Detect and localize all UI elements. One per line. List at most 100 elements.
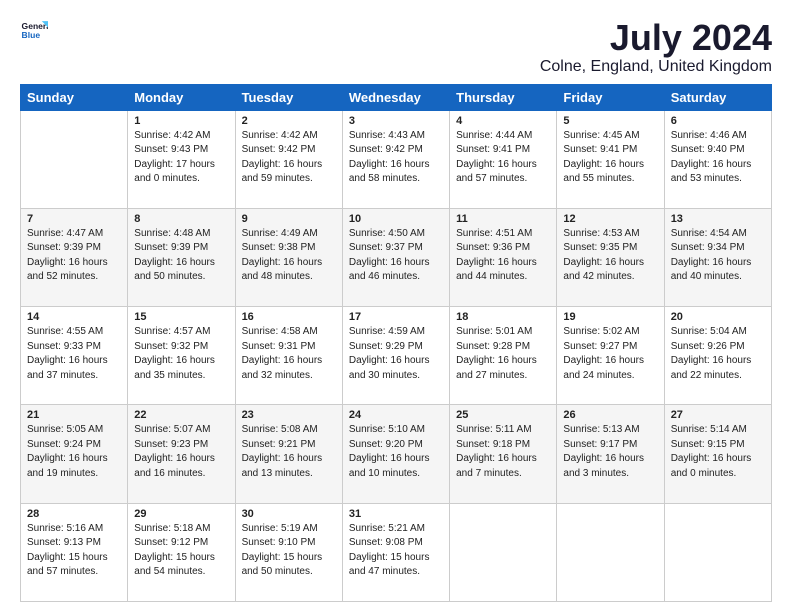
cell-content: Sunrise: 5:13 AM Sunset: 9:17 PM Dayligh… [563,423,657,481]
cell-content: Sunrise: 4:45 AM Sunset: 9:41 PM Dayligh… [563,129,657,187]
cell-content: Sunrise: 4:51 AM Sunset: 9:36 PM Dayligh… [456,227,550,285]
cell-content: Sunrise: 4:42 AM Sunset: 9:42 PM Dayligh… [242,129,336,187]
calendar-cell: 4Sunrise: 4:44 AM Sunset: 9:41 PM Daylig… [450,110,557,208]
day-number: 5 [563,115,657,127]
week-row-2: 14Sunrise: 4:55 AM Sunset: 9:33 PM Dayli… [21,307,772,405]
day-number: 9 [242,213,336,225]
calendar-cell: 2Sunrise: 4:42 AM Sunset: 9:42 PM Daylig… [235,110,342,208]
cell-content: Sunrise: 4:48 AM Sunset: 9:39 PM Dayligh… [134,227,228,285]
day-number: 19 [563,311,657,323]
logo: General Blue [20,18,48,46]
cell-content: Sunrise: 4:43 AM Sunset: 9:42 PM Dayligh… [349,129,443,187]
col-sunday: Sunday [21,84,128,110]
calendar-cell: 14Sunrise: 4:55 AM Sunset: 9:33 PM Dayli… [21,307,128,405]
day-number: 31 [349,508,443,520]
calendar-cell: 26 Sunrise: 5:13 AM Sunset: 9:17 PM Dayli… [557,405,664,503]
main-title: July 2024 [540,18,772,58]
calendar-cell: 10 Sunrise: 4:50 AM Sunset: 9:37 PM Dayli… [342,208,449,306]
day-number: 22 [134,409,228,421]
header-row: Sunday Monday Tuesday Wednesday Thursday… [21,84,772,110]
calendar-cell: 20Sunrise: 5:04 AM Sunset: 9:26 PM Dayli… [664,307,771,405]
day-number: 30 [242,508,336,520]
calendar-cell [21,110,128,208]
svg-text:Blue: Blue [22,30,41,40]
calendar-cell: 12Sunrise: 4:53 AM Sunset: 9:35 PM Dayli… [557,208,664,306]
calendar-cell: 21 Sunrise: 5:05 AM Sunset: 9:24 PM Dayli… [21,405,128,503]
day-number: 18 [456,311,550,323]
calendar-cell: 19 Sunrise: 5:02 AM Sunset: 9:27 PM Dayli… [557,307,664,405]
calendar-cell [450,503,557,601]
logo-icon: General Blue [20,18,48,46]
calendar-cell: 30Sunrise: 5:19 AM Sunset: 9:10 PM Dayli… [235,503,342,601]
day-number: 3 [349,115,443,127]
cell-content: Sunrise: 5:18 AM Sunset: 9:12 PM Dayligh… [134,522,228,580]
calendar-cell: 7 Sunrise: 4:47 AM Sunset: 9:39 PM Daylig… [21,208,128,306]
cell-content: Sunrise: 5:04 AM Sunset: 9:26 PM Dayligh… [671,325,765,383]
subtitle: Colne, England, United Kingdom [540,58,772,76]
cell-content: Sunrise: 4:57 AM Sunset: 9:32 PM Dayligh… [134,325,228,383]
cell-content: Sunrise: 5:05 AM Sunset: 9:24 PM Dayligh… [27,423,121,481]
calendar-cell: 18Sunrise: 5:01 AM Sunset: 9:28 PM Dayli… [450,307,557,405]
cell-content: Sunrise: 4:58 AM Sunset: 9:31 PM Dayligh… [242,325,336,383]
calendar-cell: 11 Sunrise: 4:51 AM Sunset: 9:36 PM Dayli… [450,208,557,306]
cell-content: Sunrise: 4:50 AM Sunset: 9:37 PM Dayligh… [349,227,443,285]
calendar-cell [664,503,771,601]
cell-content: Sunrise: 5:08 AM Sunset: 9:21 PM Dayligh… [242,423,336,481]
calendar-cell [557,503,664,601]
calendar-table: Sunday Monday Tuesday Wednesday Thursday… [20,84,772,602]
calendar-cell: 28 Sunrise: 5:16 AM Sunset: 9:13 PM Dayli… [21,503,128,601]
cell-content: Sunrise: 4:54 AM Sunset: 9:34 PM Dayligh… [671,227,765,285]
calendar-cell: 1 Sunrise: 4:42 AM Sunset: 9:43 PM Daylig… [128,110,235,208]
calendar-cell: 6 Sunrise: 4:46 AM Sunset: 9:40 PM Daylig… [664,110,771,208]
week-row-0: 1 Sunrise: 4:42 AM Sunset: 9:43 PM Daylig… [21,110,772,208]
day-number: 11 [456,213,550,225]
day-number: 26 [563,409,657,421]
cell-content: Sunrise: 4:55 AM Sunset: 9:33 PM Dayligh… [27,325,121,383]
cell-content: Sunrise: 5:16 AM Sunset: 9:13 PM Dayligh… [27,522,121,580]
calendar-cell: 15 Sunrise: 4:57 AM Sunset: 9:32 PM Dayli… [128,307,235,405]
day-number: 17 [349,311,443,323]
day-number: 13 [671,213,765,225]
calendar-cell: 3 Sunrise: 4:43 AM Sunset: 9:42 PM Daylig… [342,110,449,208]
col-thursday: Thursday [450,84,557,110]
day-number: 7 [27,213,121,225]
day-number: 28 [27,508,121,520]
col-tuesday: Tuesday [235,84,342,110]
col-monday: Monday [128,84,235,110]
cell-content: Sunrise: 5:21 AM Sunset: 9:08 PM Dayligh… [349,522,443,580]
calendar-cell: 17 Sunrise: 4:59 AM Sunset: 9:29 PM Dayli… [342,307,449,405]
calendar-cell: 31 Sunrise: 5:21 AM Sunset: 9:08 PM Dayli… [342,503,449,601]
week-row-3: 21 Sunrise: 5:05 AM Sunset: 9:24 PM Dayli… [21,405,772,503]
title-block: July 2024 Colne, England, United Kingdom [540,18,772,76]
calendar-cell: 25 Sunrise: 5:11 AM Sunset: 9:18 PM Dayli… [450,405,557,503]
cell-content: Sunrise: 4:59 AM Sunset: 9:29 PM Dayligh… [349,325,443,383]
calendar-cell: 9 Sunrise: 4:49 AM Sunset: 9:38 PM Daylig… [235,208,342,306]
day-number: 10 [349,213,443,225]
day-number: 1 [134,115,228,127]
col-friday: Friday [557,84,664,110]
cell-content: Sunrise: 4:47 AM Sunset: 9:39 PM Dayligh… [27,227,121,285]
cell-content: Sunrise: 5:11 AM Sunset: 9:18 PM Dayligh… [456,423,550,481]
cell-content: Sunrise: 4:46 AM Sunset: 9:40 PM Dayligh… [671,129,765,187]
calendar-cell: 16 Sunrise: 4:58 AM Sunset: 9:31 PM Dayli… [235,307,342,405]
calendar-cell: 13 Sunrise: 4:54 AM Sunset: 9:34 PM Dayli… [664,208,771,306]
cell-content: Sunrise: 4:42 AM Sunset: 9:43 PM Dayligh… [134,129,228,187]
cell-content: Sunrise: 4:44 AM Sunset: 9:41 PM Dayligh… [456,129,550,187]
calendar-cell: 27Sunrise: 5:14 AM Sunset: 9:15 PM Dayli… [664,405,771,503]
day-number: 16 [242,311,336,323]
calendar-cell: 23 Sunrise: 5:08 AM Sunset: 9:21 PM Dayli… [235,405,342,503]
calendar-cell: 29Sunrise: 5:18 AM Sunset: 9:12 PM Dayli… [128,503,235,601]
cell-content: Sunrise: 5:02 AM Sunset: 9:27 PM Dayligh… [563,325,657,383]
day-number: 24 [349,409,443,421]
cell-content: Sunrise: 4:53 AM Sunset: 9:35 PM Dayligh… [563,227,657,285]
day-number: 23 [242,409,336,421]
day-number: 21 [27,409,121,421]
day-number: 25 [456,409,550,421]
cell-content: Sunrise: 4:49 AM Sunset: 9:38 PM Dayligh… [242,227,336,285]
calendar-cell: 22 Sunrise: 5:07 AM Sunset: 9:23 PM Dayli… [128,405,235,503]
calendar-cell: 5 Sunrise: 4:45 AM Sunset: 9:41 PM Daylig… [557,110,664,208]
day-number: 15 [134,311,228,323]
cell-content: Sunrise: 5:07 AM Sunset: 9:23 PM Dayligh… [134,423,228,481]
calendar-cell: 8Sunrise: 4:48 AM Sunset: 9:39 PM Daylig… [128,208,235,306]
day-number: 6 [671,115,765,127]
